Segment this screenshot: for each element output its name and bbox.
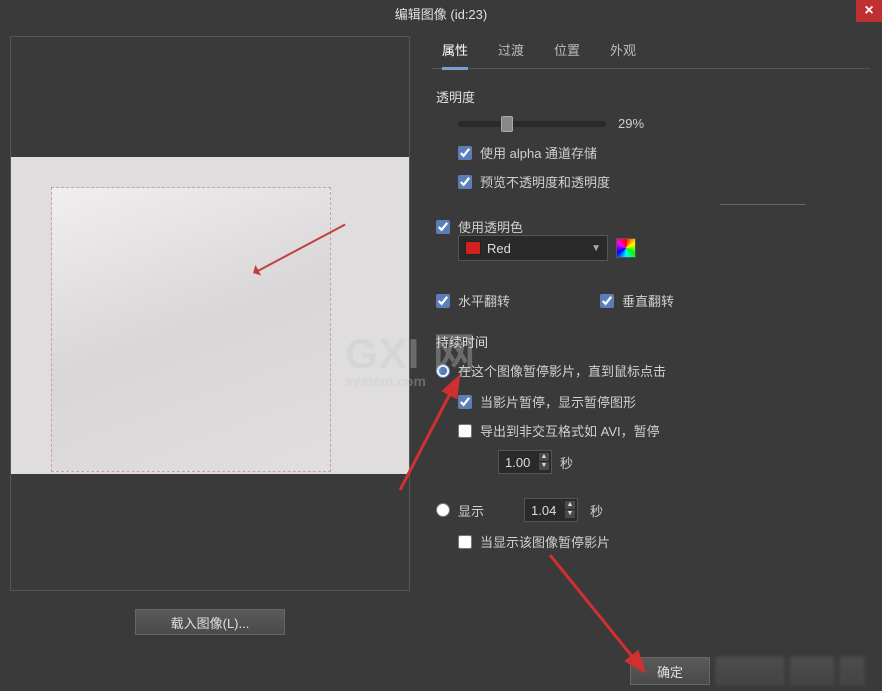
opacity-section: 透明度 29% 使用 alpha 通道存储 预览不透明度和透明度 [432, 69, 870, 207]
duration-label: 持续时间 [436, 332, 866, 351]
pause-sub1-checkbox[interactable] [458, 395, 472, 409]
close-button[interactable]: × [856, 0, 882, 22]
close-icon: × [864, 2, 873, 20]
tab-attributes[interactable]: 属性 [442, 40, 468, 70]
pause-sub2-label: 导出到非交互格式如 AVI，暂停 [480, 421, 660, 440]
display-sub-label: 当显示该图像暂停影片 [480, 532, 610, 551]
window-title: 编辑图像 (id:23) [395, 4, 487, 23]
color-swatch [465, 241, 481, 255]
preview-opacity-label: 预览不透明度和透明度 [480, 172, 610, 191]
use-trans-color-label: 使用透明色 [458, 217, 523, 236]
color-picker-button[interactable] [616, 238, 636, 258]
flip-v-label: 垂直翻转 [622, 291, 674, 310]
opacity-value: 29% [618, 116, 644, 131]
pause-radio-row[interactable]: 在这个图像暂停影片，直到鼠标点击 [436, 361, 866, 380]
opacity-label: 透明度 [436, 87, 866, 106]
pause-sub1-row[interactable]: 当影片暂停，显示暂停图形 [458, 392, 866, 411]
color-name: Red [487, 241, 585, 256]
spinner-buttons[interactable]: ▲▼ [539, 453, 549, 470]
properties-panel: 属性 过渡 位置 外观 透明度 29% 使用 alpha 通道存储 预览不透明度… [420, 26, 882, 691]
pause-sub1-label: 当影片暂停，显示暂停图形 [480, 392, 636, 411]
image-preview [10, 36, 410, 591]
pause-radio[interactable] [436, 364, 450, 378]
pause-radio-label: 在这个图像暂停影片，直到鼠标点击 [458, 361, 666, 380]
alpha-store-label: 使用 alpha 通道存储 [480, 143, 597, 162]
flip-h-checkbox[interactable] [436, 294, 450, 308]
seconds-label-2: 秒 [590, 501, 603, 520]
display-seconds-input[interactable]: 1.04 ▲▼ [524, 498, 578, 522]
display-radio-row[interactable]: 显示 [436, 501, 484, 520]
duration-section: 持续时间 在这个图像暂停影片，直到鼠标点击 当影片暂停，显示暂停图形 导出到非交… [432, 326, 870, 567]
flip-section: 水平翻转 垂直翻转 [432, 267, 870, 326]
blurred-button-3[interactable] [840, 657, 864, 685]
tab-bar: 属性 过渡 位置 外观 [432, 26, 870, 69]
tab-appearance[interactable]: 外观 [610, 40, 636, 68]
slider-thumb[interactable] [501, 116, 513, 132]
display-sub-checkbox[interactable] [458, 535, 472, 549]
blurred-button-1[interactable] [716, 657, 784, 685]
trans-color-section: 使用透明色 Red ▼ [432, 207, 870, 267]
title-bar: 编辑图像 (id:23) × [0, 0, 882, 26]
dialog-buttons: 确定 [630, 657, 864, 685]
blurred-button-2[interactable] [790, 657, 834, 685]
alpha-store-checkbox-row[interactable]: 使用 alpha 通道存储 [458, 143, 866, 162]
pause-seconds-input[interactable]: 1.00 ▲▼ [498, 450, 552, 474]
flip-h-label: 水平翻转 [458, 291, 510, 310]
use-trans-color-row[interactable]: 使用透明色 [436, 217, 866, 236]
flip-h-row[interactable]: 水平翻转 [436, 291, 510, 310]
seconds-label-1: 秒 [560, 453, 573, 472]
spinner-buttons-2[interactable]: ▲▼ [565, 501, 575, 518]
use-trans-color-checkbox[interactable] [436, 220, 450, 234]
pause-sub2-checkbox[interactable] [458, 424, 472, 438]
preview-panel: 载入图像(L)... [0, 26, 420, 691]
display-radio[interactable] [436, 503, 450, 517]
display-radio-label: 显示 [458, 501, 484, 520]
preview-opacity-checkbox[interactable] [458, 175, 472, 189]
alpha-store-checkbox[interactable] [458, 146, 472, 160]
chevron-down-icon: ▼ [591, 243, 601, 254]
tab-position[interactable]: 位置 [554, 40, 580, 68]
color-dropdown[interactable]: Red ▼ [458, 235, 608, 261]
pause-seconds-value: 1.00 [505, 455, 530, 470]
opacity-slider[interactable] [458, 121, 606, 127]
tab-transition[interactable]: 过渡 [498, 40, 524, 68]
flip-v-row[interactable]: 垂直翻转 [600, 291, 674, 310]
load-image-button[interactable]: 载入图像(L)... [135, 609, 285, 635]
display-sub-row[interactable]: 当显示该图像暂停影片 [458, 532, 866, 551]
flip-v-checkbox[interactable] [600, 294, 614, 308]
ok-button[interactable]: 确定 [630, 657, 710, 685]
preview-opacity-checkbox-row[interactable]: 预览不透明度和透明度 [458, 172, 866, 191]
display-seconds-value: 1.04 [531, 503, 556, 518]
pause-sub2-row[interactable]: 导出到非交互格式如 AVI，暂停 [458, 421, 866, 440]
